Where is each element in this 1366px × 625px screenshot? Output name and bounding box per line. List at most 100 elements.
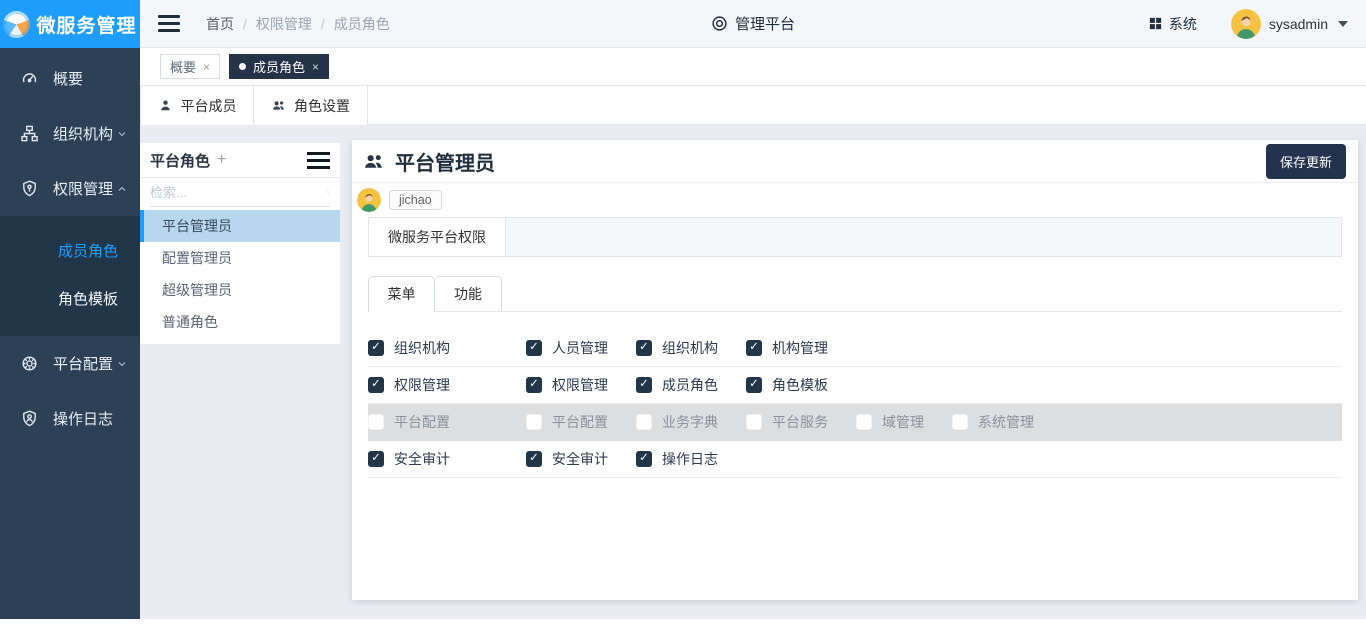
permission-cell: ✓安全审计 xyxy=(526,449,636,469)
checkbox-unchecked-icon xyxy=(952,414,968,430)
sidebar-item-label: 概要 xyxy=(53,68,83,89)
breadcrumb-item[interactable]: 成员角色 xyxy=(334,14,390,34)
checkbox-checked-icon[interactable]: ✓ xyxy=(746,377,762,393)
permission-label: 人员管理 xyxy=(552,338,608,358)
page-title: 平台管理员 xyxy=(395,147,495,176)
close-icon[interactable]: × xyxy=(312,60,319,74)
permission-cell: ✓组织机构 xyxy=(636,338,746,358)
checkbox-checked-icon[interactable]: ✓ xyxy=(368,451,384,467)
page-tab-bar: 概要×成员角色× xyxy=(140,48,1366,86)
role-list: 平台管理员配置管理员超级管理员普通角色 xyxy=(140,207,340,338)
permission-label: 平台服务 xyxy=(772,412,828,432)
sitemap-icon xyxy=(20,124,39,143)
checkbox-checked-icon[interactable]: ✓ xyxy=(368,340,384,356)
subtab-角色设置[interactable]: 角色设置 xyxy=(254,86,368,125)
gauge-icon xyxy=(20,69,39,88)
app-logo: 微服务管理 xyxy=(0,0,140,48)
permission-cell: ✓ 成员角色 xyxy=(636,375,746,395)
role-item-普通角色[interactable]: 普通角色 xyxy=(140,306,340,338)
sidebar-item-label: 操作日志 xyxy=(53,408,113,429)
permission-label: 角色模板 xyxy=(772,375,828,395)
active-dot-icon xyxy=(239,63,246,70)
menu-collapse-icon[interactable] xyxy=(158,15,180,32)
member-tag[interactable]: jichao xyxy=(389,190,442,210)
checkbox-checked-icon[interactable]: ✓ xyxy=(636,377,652,393)
sidebar-nav: 概要组织机构权限管理成员角色角色模板平台配置操作日志 xyxy=(0,48,140,619)
role-panel-collapse-icon[interactable] xyxy=(307,152,330,169)
sidebar-item-组织机构[interactable]: 组织机构 xyxy=(0,106,140,161)
permission-row: 平台配置平台配置业务字典平台服务域管理系统管理 xyxy=(368,404,1342,441)
page-tab-成员角色[interactable]: 成员角色× xyxy=(229,54,329,79)
sidebar-subitem-角色模板[interactable]: 角色模板 xyxy=(0,274,140,322)
sidebar-item-权限管理[interactable]: 权限管理 xyxy=(0,161,140,216)
content-area: 平台角色 + 平台管理员配置管理员超级管理员普通角色 平台管理员 保存更新 ji… xyxy=(140,125,1366,619)
role-search-input[interactable] xyxy=(150,185,326,200)
logo-swirl-icon xyxy=(3,11,30,38)
permission-cell: ✓组织机构 xyxy=(368,338,526,358)
checkbox-checked-icon[interactable]: ✓ xyxy=(368,377,384,393)
permission-cell: ✓操作日志 xyxy=(636,449,746,469)
shield-keyhole-icon xyxy=(20,179,39,198)
checkbox-checked-icon[interactable]: ✓ xyxy=(636,451,652,467)
user-menu[interactable]: sysadmin xyxy=(1231,9,1348,39)
permission-label: 平台配置 xyxy=(394,412,450,432)
role-list-panel: 平台角色 + 平台管理员配置管理员超级管理员普通角色 xyxy=(140,143,340,344)
subtab-平台成员[interactable]: 平台成员 xyxy=(140,86,254,125)
sidebar-item-label: 权限管理 xyxy=(53,178,113,199)
inner-tab-菜单[interactable]: 菜单 xyxy=(368,276,435,312)
inner-tab-功能[interactable]: 功能 xyxy=(435,276,502,312)
checkbox-checked-icon[interactable]: ✓ xyxy=(746,340,762,356)
checkbox-checked-icon[interactable]: ✓ xyxy=(526,451,542,467)
role-item-配置管理员[interactable]: 配置管理员 xyxy=(140,242,340,274)
role-detail-panel: 平台管理员 保存更新 jichao 微服务平台权限 菜单功能 ✓组织机构✓人员管… xyxy=(352,140,1358,600)
breadcrumb-separator: / xyxy=(243,16,247,32)
tab-microservice-permissions[interactable]: 微服务平台权限 xyxy=(369,218,506,256)
permission-cell: 系统管理 xyxy=(952,412,1062,432)
checkbox-unchecked-icon xyxy=(856,414,872,430)
role-item-超级管理员[interactable]: 超级管理员 xyxy=(140,274,340,306)
platform-indicator: 管理平台 xyxy=(711,13,795,34)
checkbox-unchecked-icon xyxy=(746,414,762,430)
system-menu[interactable]: 系统 xyxy=(1148,14,1197,34)
sidebar-item-平台配置[interactable]: 平台配置 xyxy=(0,336,140,391)
checkbox-unchecked-icon xyxy=(368,414,384,430)
breadcrumb: 首页 / 权限管理 / 成员角色 xyxy=(206,14,390,34)
save-update-button[interactable]: 保存更新 xyxy=(1266,144,1346,179)
inner-tab-bar: 菜单功能 xyxy=(368,276,1342,312)
permission-row: ✓安全审计✓安全审计✓操作日志 xyxy=(368,441,1342,478)
app-title: 微服务管理 xyxy=(36,11,136,38)
permission-label: 业务字典 xyxy=(662,412,718,432)
system-label: 系统 xyxy=(1169,14,1197,34)
sidebar-subitem-成员角色[interactable]: 成员角色 xyxy=(0,226,140,274)
permission-cell: ✓权限管理 xyxy=(368,375,526,395)
chevron-down-icon xyxy=(116,358,128,370)
close-icon[interactable]: × xyxy=(203,60,210,74)
add-role-button[interactable]: + xyxy=(217,151,226,169)
permission-label: 权限管理 xyxy=(552,375,608,395)
page-tab-概要[interactable]: 概要 × xyxy=(160,54,220,79)
header-bar: 首页 / 权限管理 / 成员角色 管理平台 系统 sysadmin xyxy=(140,0,1366,48)
checkbox-checked-icon[interactable]: ✓ xyxy=(526,377,542,393)
permission-label: 系统管理 xyxy=(978,412,1034,432)
role-panel-title: 平台角色 xyxy=(150,150,210,171)
breadcrumb-item[interactable]: 首页 xyxy=(206,14,234,34)
sidebar-item-概要[interactable]: 概要 xyxy=(0,51,140,106)
checkbox-checked-icon[interactable]: ✓ xyxy=(636,340,652,356)
breadcrumb-item[interactable]: 权限管理 xyxy=(256,14,312,34)
top-header: 微服务管理 首页 / 权限管理 / 成员角色 管理平台 系统 sysadmin xyxy=(0,0,1366,48)
chevron-down-icon xyxy=(116,128,128,140)
permission-row: ✓权限管理✓权限管理✓成员角色✓角色模板 xyxy=(368,367,1342,404)
role-search xyxy=(150,178,330,207)
permission-cell: 业务字典 xyxy=(636,412,746,432)
permission-cell: ✓ 人员管理 xyxy=(526,338,636,358)
group-icon xyxy=(271,98,286,113)
sidebar-item-操作日志[interactable]: 操作日志 xyxy=(0,391,140,446)
chevron-up-icon xyxy=(116,183,128,195)
page-tab-label: 概要 xyxy=(170,57,196,76)
sidebar-item-label: 平台配置 xyxy=(53,353,113,374)
checkbox-checked-icon[interactable]: ✓ xyxy=(526,340,542,356)
permission-grid: ✓组织机构✓人员管理✓组织机构✓机构管理✓权限管理✓权限管理✓成员角色✓角色模板… xyxy=(368,330,1342,478)
breadcrumb-separator: / xyxy=(321,16,325,32)
role-item-平台管理员[interactable]: 平台管理员 xyxy=(140,210,340,242)
permission-label: 成员角色 xyxy=(662,375,718,395)
